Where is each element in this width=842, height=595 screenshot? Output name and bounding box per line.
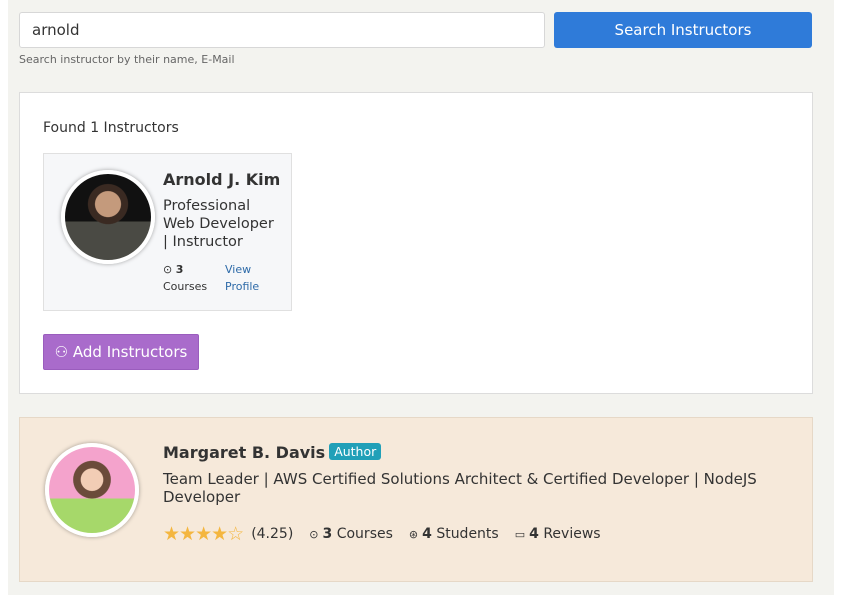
avatar: [61, 170, 155, 264]
play-circle-icon: ⊙: [309, 528, 319, 541]
author-stats: ★★★★☆ (4.25) ⊙ 3 Courses ⊛ 4 Students ▭ 4 R…: [163, 523, 601, 545]
rating-value: (4.25): [251, 526, 294, 542]
author-title: Team Leader | AWS Certified Solutions Ar…: [163, 470, 757, 506]
students-stat: ⊛ 4 Students: [408, 526, 499, 542]
courses-stat: ⊙ 3 Courses: [309, 526, 393, 542]
add-instructors-button[interactable]: ⚇ Add Instructors: [43, 334, 199, 370]
author-name: Margaret B. Davis Author: [163, 443, 382, 462]
instructor-name: Arnold J. Kim: [163, 170, 281, 189]
course-count: ⊙ 3 Courses: [163, 263, 208, 293]
star-rating: ★★★★☆: [163, 523, 244, 545]
found-count: Found 1 Instructors: [43, 120, 179, 136]
reviews-stat: ▭ 4 Reviews: [514, 526, 601, 542]
instructor-title: Professional Web Developer | Instructor: [163, 198, 274, 250]
view-profile-link[interactable]: View Profile: [225, 261, 275, 295]
search-hint: Search instructor by their name, E-Mail: [19, 53, 235, 66]
user-add-icon: ⚇: [54, 343, 69, 361]
author-avatar: [45, 443, 139, 537]
author-card: Margaret B. Davis Author Team Leader | AW…: [19, 417, 813, 582]
instructor-card: Arnold J. Kim Professional Web Developer…: [43, 153, 292, 311]
search-instructors-button[interactable]: Search Instructors: [554, 12, 812, 48]
author-badge: Author: [329, 443, 382, 460]
user-circle-icon: ⊛: [408, 528, 419, 541]
results-panel: Found 1 Instructors Arnold J. Kim Profes…: [19, 92, 813, 394]
search-input[interactable]: [19, 12, 545, 48]
comments-icon: ▭: [514, 528, 526, 541]
play-circle-icon: ⊙: [163, 263, 173, 276]
